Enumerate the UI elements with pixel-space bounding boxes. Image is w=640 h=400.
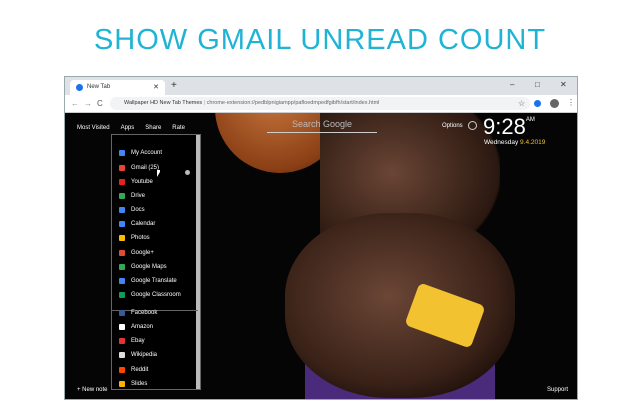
forward-button[interactable]: →	[84, 99, 92, 108]
mouse-cursor-icon	[157, 170, 160, 177]
app-icon	[119, 381, 125, 387]
url-text: chrome-extension://pedblpnigiampp/pafloe…	[206, 100, 380, 106]
app-item-photos[interactable]: Photos	[119, 232, 150, 244]
address-bar-row: ← → C Wallpaper HD New Tab Themes | chro…	[65, 95, 577, 113]
app-item-my-account[interactable]: My Account	[119, 147, 162, 159]
apps-menu-scrollbar[interactable]	[196, 135, 200, 389]
app-label: Google Classroom	[131, 292, 181, 298]
app-label: Google Translate	[131, 278, 177, 284]
tab-close-icon[interactable]: ✕	[153, 83, 159, 91]
app-icon	[119, 338, 125, 344]
bookmark-star-icon[interactable]: ☆	[518, 99, 525, 108]
app-icon	[119, 250, 125, 256]
app-label: Wikipedia	[131, 352, 158, 358]
nav-apps[interactable]: Apps	[121, 125, 135, 131]
minimize-button[interactable]: –	[510, 80, 514, 89]
app-icon	[119, 193, 125, 199]
app-label: Google Maps	[131, 264, 167, 270]
app-label: Youtube	[131, 179, 153, 185]
reload-button[interactable]: C	[97, 99, 103, 108]
app-label: Slides	[131, 381, 148, 387]
app-item-google-maps[interactable]: Google Maps	[119, 261, 167, 273]
nav-rate[interactable]: Rate	[172, 125, 185, 131]
app-item-slides[interactable]: Slides	[119, 378, 147, 390]
app-icon	[119, 207, 125, 213]
apps-menu: My Account Gmail (25) Youtube Drive Docs Cale…	[111, 134, 201, 390]
menu-kebab-icon[interactable]: ⋮	[567, 98, 575, 107]
app-item-calendar[interactable]: Calendar	[119, 218, 155, 230]
app-icon	[119, 367, 125, 373]
app-label: Gmail (25)	[131, 165, 160, 171]
app-icon	[119, 324, 125, 330]
app-item-youtube[interactable]: Youtube	[119, 176, 153, 188]
app-icon	[119, 179, 125, 185]
search-input[interactable]: Search Google	[267, 119, 377, 133]
app-icon	[119, 165, 125, 171]
extension-icon[interactable]	[534, 100, 541, 107]
tab-new-tab[interactable]: New Tab ✕	[70, 80, 165, 95]
clock-icon[interactable]	[468, 121, 477, 130]
app-item-amazon[interactable]: Amazon	[119, 321, 153, 333]
omnibox-separator: |	[203, 100, 206, 106]
weekday-text: Wednesday	[484, 139, 519, 146]
app-icon	[119, 150, 125, 156]
app-label: Photos	[131, 235, 150, 241]
time-text: 9:28	[483, 114, 526, 139]
app-item-google[interactable]: Google+	[119, 247, 154, 259]
new-tab-page: Most Visited Apps Share Rate Search Goog…	[65, 113, 577, 399]
app-label: Google+	[131, 250, 154, 256]
app-label: Ebay	[131, 338, 145, 344]
support-link[interactable]: Support	[547, 387, 568, 393]
app-icon	[119, 235, 125, 241]
clock-date: Wednesday 9.4.2019	[484, 139, 545, 146]
app-item-google-classroom[interactable]: Google Classroom	[119, 289, 181, 301]
maximize-button[interactable]: □	[535, 80, 540, 89]
app-item-drive[interactable]: Drive	[119, 190, 145, 202]
browser-window: New Tab ✕ + – □ ✕ ← → C Wallpaper HD New…	[64, 76, 578, 400]
back-button[interactable]: ←	[71, 99, 79, 108]
app-icon	[119, 278, 125, 284]
app-icon	[119, 310, 125, 316]
tab-strip: New Tab ✕ + – □ ✕	[65, 77, 577, 95]
nav-share[interactable]: Share	[145, 125, 161, 131]
app-icon	[119, 264, 125, 270]
profile-avatar[interactable]	[550, 99, 559, 108]
top-nav: Most Visited Apps Share Rate	[77, 125, 185, 131]
app-label: Reddit	[131, 367, 149, 373]
app-item-facebook[interactable]: Facebook	[119, 307, 157, 319]
app-icon	[119, 221, 125, 227]
headline: SHOW GMAIL UNREAD COUNT	[93, 24, 547, 56]
tab-title: New Tab	[87, 84, 111, 90]
app-item-docs[interactable]: Docs	[119, 204, 145, 216]
nav-most-visited[interactable]: Most Visited	[77, 125, 110, 131]
app-label: Calendar	[131, 221, 156, 227]
app-item-google-translate[interactable]: Google Translate	[119, 275, 177, 287]
omnibox[interactable]: Wallpaper HD New Tab Themes | chrome-ext…	[110, 97, 530, 110]
app-item-reddit[interactable]: Reddit	[119, 364, 148, 376]
options-link[interactable]: Options	[442, 123, 463, 129]
chrome-icon	[76, 84, 83, 91]
app-icon	[119, 292, 125, 298]
app-icon	[119, 352, 125, 358]
app-label: Drive	[131, 193, 146, 199]
app-item-gmail-25[interactable]: Gmail (25)	[119, 162, 159, 174]
app-item-wikipedia[interactable]: Wikipedia	[119, 349, 157, 361]
app-item-ebay[interactable]: Ebay	[119, 335, 145, 347]
gmail-settings-gear-icon[interactable]	[185, 170, 190, 175]
app-label: Docs	[131, 207, 145, 213]
site-label: Wallpaper HD New Tab Themes	[124, 100, 203, 106]
app-label: Facebook	[131, 310, 158, 316]
clock-time: 9:28AM	[483, 115, 535, 139]
date-text: 9.4.2019	[520, 139, 546, 146]
new-note-button[interactable]: + New note	[77, 387, 108, 393]
app-label: My Account	[131, 150, 163, 156]
new-tab-button[interactable]: +	[171, 80, 177, 91]
app-label: Amazon	[131, 324, 154, 330]
ampm-text: AM	[525, 117, 535, 123]
close-window-button[interactable]: ✕	[560, 80, 567, 89]
